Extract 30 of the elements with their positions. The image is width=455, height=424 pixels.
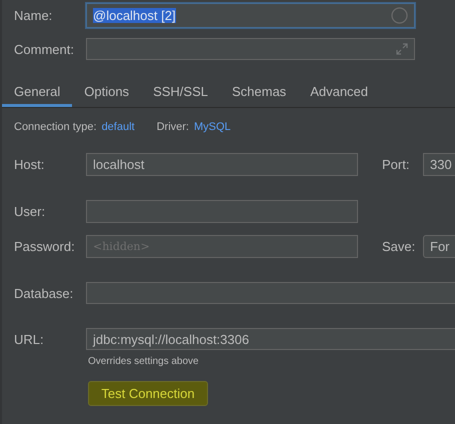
comment-field[interactable] bbox=[86, 38, 415, 60]
name-field[interactable]: @localhost [2] bbox=[86, 3, 415, 28]
driver-link[interactable]: MySQL bbox=[194, 121, 231, 133]
save-dropdown[interactable]: For bbox=[423, 235, 455, 258]
database-label: Database: bbox=[14, 286, 74, 300]
expand-icon[interactable] bbox=[396, 43, 408, 55]
url-hint: Overrides settings above bbox=[88, 356, 200, 367]
tab[interactable]: Schemas bbox=[220, 78, 298, 107]
tab[interactable]: SSH/SSL bbox=[141, 78, 220, 107]
tab[interactable]: Options bbox=[72, 78, 142, 107]
tab[interactable]: General bbox=[2, 78, 72, 107]
host-label: Host: bbox=[14, 157, 46, 172]
port-field[interactable]: 330 bbox=[423, 153, 455, 176]
password-label: Password: bbox=[14, 239, 76, 254]
save-label: Save: bbox=[382, 239, 416, 254]
user-label: User: bbox=[14, 204, 46, 219]
user-field[interactable] bbox=[86, 200, 358, 223]
connection-type-label: Connection type: bbox=[14, 121, 97, 133]
port-label: Port: bbox=[382, 157, 410, 172]
comment-label: Comment: bbox=[14, 42, 75, 56]
host-field[interactable]: localhost bbox=[86, 153, 358, 176]
database-field[interactable] bbox=[86, 282, 455, 304]
url-field[interactable]: jdbc:mysql://localhost:3306 bbox=[86, 328, 455, 350]
connection-type-link[interactable]: default bbox=[102, 121, 135, 133]
tab[interactable]: Advanced bbox=[298, 78, 380, 107]
name-label: Name: bbox=[14, 8, 54, 23]
circle-icon bbox=[391, 7, 408, 24]
test-connection-button[interactable]: Test Connection bbox=[88, 381, 208, 406]
driver-label: Driver: bbox=[156, 121, 189, 133]
url-label: URL: bbox=[14, 332, 45, 346]
